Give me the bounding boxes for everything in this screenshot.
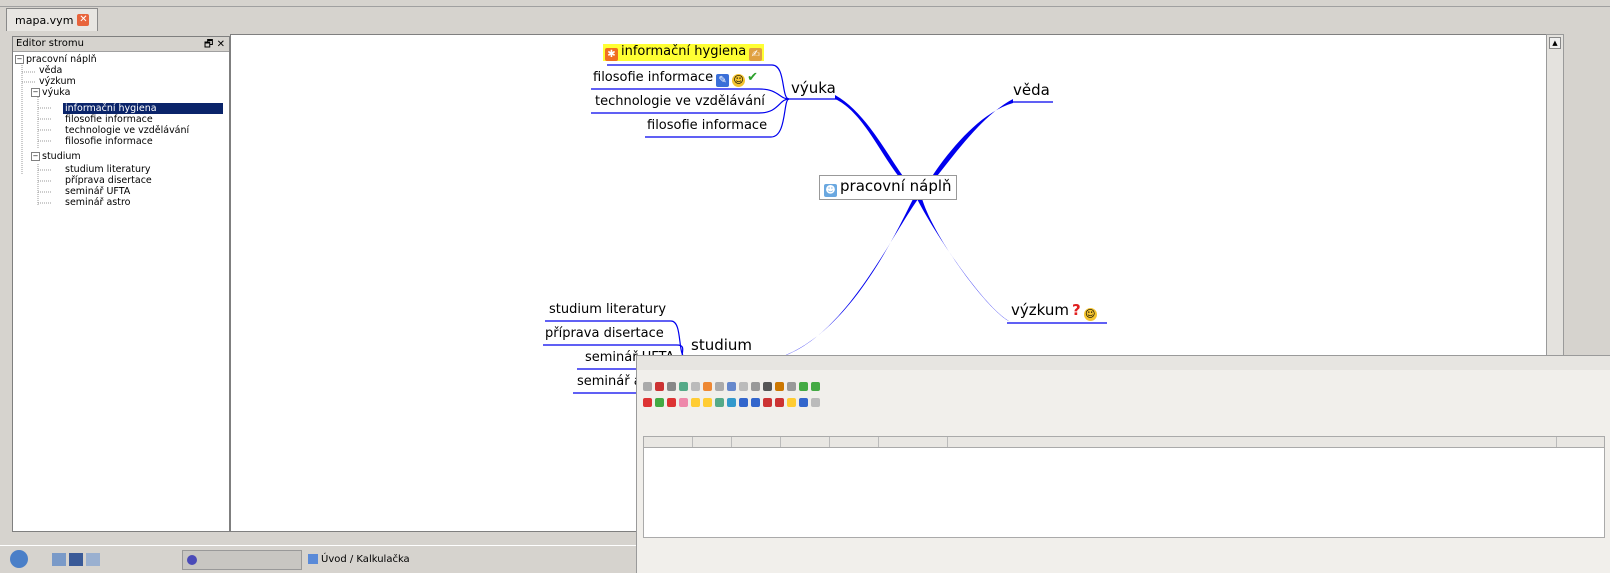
hand-icon: ✍ [749,48,763,61]
star-icon: ✱ [605,48,618,61]
overlay-window-titlebar[interactable] [637,356,1610,370]
node-seminar-astro[interactable]: seminář a [577,374,642,390]
overlay-toolbar-1[interactable] [643,382,820,394]
glasses-smiley-icon: ☻ [824,184,837,197]
collapse-icon[interactable]: − [31,152,40,161]
tree-item-seminar-ufta[interactable]: seminář UFTA [65,186,130,197]
tree-editor-panel: Editor stromu 🗗 ✕ − pracovní náplň věda v… [12,36,230,532]
taskbar-item-1[interactable] [182,550,302,570]
checkmark-icon: ✔ [747,70,758,85]
node-studium-literatury[interactable]: studium literatury [549,302,666,318]
home-icon [52,552,66,566]
close-tab-icon[interactable]: ✕ [77,14,90,26]
collapse-icon[interactable]: − [15,55,24,64]
scroll-up-icon[interactable]: ▲ [1549,37,1561,49]
node-vyzkum[interactable]: výzkum? ☺ [1011,302,1097,321]
top-edge [0,0,1610,7]
node-studium[interactable]: studium [691,337,752,353]
node-label: výzkum [1011,301,1069,319]
node-filosofie-informace-2[interactable]: filosofie informace [647,118,767,134]
taskbar: Úvod / Kalkulačka [0,545,636,573]
tree-item-studium-literatury[interactable]: studium literatury [65,164,151,175]
start-button[interactable] [10,550,28,568]
smiley-icon: ☺ [732,74,746,87]
tree-item-veda[interactable]: věda [39,65,62,76]
tree-item-informacni-hygiena[interactable]: informační hygiena [63,103,223,114]
tree-item-vyuka[interactable]: − výuka [31,87,70,98]
tree-panel-title: Editor stromu [16,38,84,49]
collapse-icon[interactable]: − [31,88,40,97]
tab-label: mapa.vym [15,13,74,27]
tree-item-pracovni-naplň[interactable]: − pracovní náplň [15,54,97,65]
start-icon [10,550,28,568]
tree-item-label: výuka [42,87,71,98]
tree-item-label: studium [42,151,81,162]
browser-icon [86,552,100,566]
tree-panel-header: Editor stromu 🗗 ✕ [13,37,229,52]
tree-item-technologie[interactable]: technologie ve vzdělávání [65,125,189,136]
node-technologie[interactable]: technologie ve vzdělávání [595,94,765,110]
overlay-table-header [644,437,1604,448]
mindmap-center-node[interactable]: ☻ pracovní náplň [819,175,957,200]
center-node-label: pracovní náplň [840,177,952,195]
tree-item-vyzkum[interactable]: výzkum [39,76,76,87]
node-veda[interactable]: věda [1013,82,1050,98]
node-filosofie-informace[interactable]: filosofie informace ✎ ☺ ✔ [593,70,758,87]
smiley-icon: ☺ [1083,308,1097,321]
question-mark-icon: ? [1071,301,1081,319]
node-vyuka[interactable]: výuka [791,80,836,96]
quicklaunch[interactable] [52,550,100,568]
overlay-toolbar-2[interactable] [643,398,820,410]
tab-bar: mapa.vym ✕ [0,8,1610,32]
node-label: filosofie informace [593,70,714,85]
node-priprava-disertace[interactable]: příprava disertace [545,326,664,342]
tree-item-studium[interactable]: − studium [31,151,81,162]
terminal-icon [69,552,83,566]
tab-mapa[interactable]: mapa.vym ✕ [6,8,99,31]
tree-item-label: pracovní náplň [26,54,97,65]
panel-float-close-icons[interactable]: 🗗 ✕ [204,37,225,54]
tree-item-seminar-astro[interactable]: seminář astro [65,197,130,208]
node-informacni-hygiena[interactable]: ✱ informační hygiena ✍ [603,44,765,61]
taskbar-item-2[interactable]: Úvod / Kalkulačka [308,550,410,568]
taskbar-item-label: Úvod / Kalkulačka [321,553,410,565]
overlay-window[interactable] [636,355,1610,573]
app-icon [308,554,318,564]
overlay-table [643,436,1605,538]
tree-item-filosofie-informace[interactable]: filosofie informace [65,114,153,125]
tree-item-priprava-disertace[interactable]: příprava disertace [65,175,152,186]
tree-item-filosofie-informace-2[interactable]: filosofie informace [65,136,153,147]
feather-icon: ✎ [716,74,730,87]
node-label: informační hygiena [621,44,747,59]
app-icon [187,555,197,565]
